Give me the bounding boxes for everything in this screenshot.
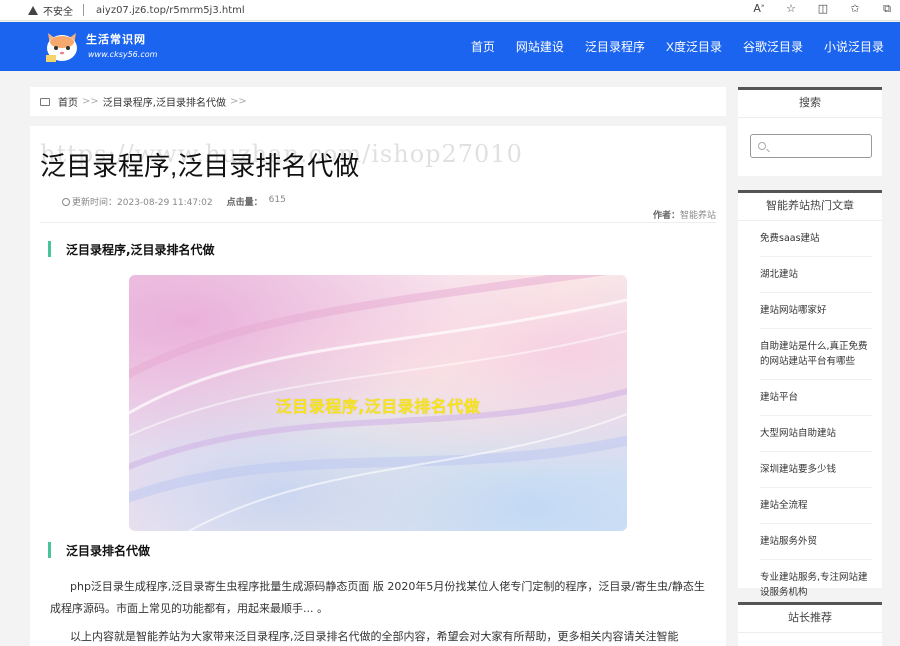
nav-catalog-program[interactable]: 泛目录程序 [585, 38, 645, 55]
read-aloud-icon[interactable]: A» [752, 2, 766, 16]
address-url[interactable]: aiyz07.jz6.top/r5mrm5j3.html [96, 5, 245, 16]
watermark-text: https://www.huzhan.com/ishop27010 [40, 140, 523, 168]
clock-icon [62, 198, 70, 206]
banner-text: 泛目录程序,泛目录排名代做 [275, 397, 481, 416]
list-item[interactable]: 湖北建站 [760, 257, 872, 293]
home-icon [40, 97, 50, 106]
hits-label: 点击量： [226, 198, 263, 208]
list-item[interactable]: 免费saas建站 [760, 221, 872, 257]
article-meta: 更新时间：2023-08-29 11:47:02 点击量： 615 [62, 195, 286, 208]
logo-title: 生活常识网 [86, 33, 146, 46]
insecure-label[interactable]: 不安全 [43, 3, 73, 18]
recommend-title: 站长推荐 [738, 605, 882, 633]
list-item[interactable]: 自助建站是什么,真正免费的网站建站平台有哪些 [760, 329, 872, 380]
article-main: 泛目录程序,泛目录排名代做 https://www.huzhan.com/ish… [30, 126, 726, 646]
logo-subtitle: www.cksy56.com [88, 50, 158, 59]
sidebar-recommend: 站长推荐 [738, 602, 882, 646]
breadcrumb-current[interactable]: 泛目录程序,泛目录排名代做 [103, 94, 226, 109]
section-heading-2: 泛目录排名代做 [48, 542, 150, 559]
cat-logo-icon [46, 33, 77, 62]
nav-google-catalog[interactable]: 谷歌泛目录 [743, 38, 803, 55]
favorite-star-icon[interactable]: ☆ [784, 2, 798, 16]
main-nav: 首页 网站建设 泛目录程序 X度泛目录 谷歌泛目录 小说泛目录 [450, 22, 884, 71]
sidebar-search-box: 搜索 [738, 87, 882, 176]
breadcrumb: 首页 >> 泛目录程序,泛目录排名代做 >> [30, 87, 726, 116]
hot-articles-title: 智能养站热门文章 [738, 193, 882, 221]
site-logo[interactable]: 生活常识网 www.cksy56.com [44, 27, 158, 67]
author: 作者：智能养站 [652, 211, 716, 221]
warning-icon [28, 5, 38, 15]
article-paragraph-1: php泛目录生成程序,泛目录寄生虫程序批量生成源码静态页面 版 2020年5月份… [50, 580, 705, 615]
meta-divider [40, 222, 716, 223]
list-item[interactable]: 建站平台 [760, 380, 872, 416]
nav-home[interactable]: 首页 [471, 38, 495, 55]
hot-articles-list: 免费saas建站 湖北建站 建站网站哪家好 自助建站是什么,真正免费的网站建站平… [738, 221, 882, 611]
site-header: 生活常识网 www.cksy56.com 首页 网站建设 泛目录程序 X度泛目录… [0, 22, 900, 71]
article-banner-image: 泛目录程序,泛目录排名代做 [129, 275, 627, 531]
browser-toolbar-icons: A» ☆ ◫ ✩ ⧉ [752, 2, 894, 16]
sidebar-hot-articles: 智能养站热门文章 免费saas建站 湖北建站 建站网站哪家好 自助建站是什么,真… [738, 190, 882, 611]
list-item[interactable]: 建站全流程 [760, 488, 872, 524]
browser-address-bar: 不安全 aiyz07.jz6.top/r5mrm5j3.html A» ☆ ◫ … [0, 0, 900, 21]
search-title: 搜索 [738, 90, 882, 118]
update-time: 更新时间：2023-08-29 11:47:02 [62, 195, 213, 208]
split-screen-icon[interactable]: ◫ [816, 2, 830, 16]
nav-web-build[interactable]: 网站建设 [516, 38, 564, 55]
list-item[interactable]: 建站服务外贸 [760, 524, 872, 560]
address-separator [83, 4, 84, 16]
list-item[interactable]: 大型网站自助建站 [760, 416, 872, 452]
breadcrumb-sep: >> [82, 96, 99, 107]
breadcrumb-home[interactable]: 首页 [58, 94, 78, 109]
breadcrumb-tail: >> [229, 96, 247, 107]
nav-novel-catalog[interactable]: 小说泛目录 [824, 38, 884, 55]
favorites-icon[interactable]: ✩ [848, 2, 862, 16]
list-item[interactable]: 深圳建站要多少钱 [760, 452, 872, 488]
nav-x-catalog[interactable]: X度泛目录 [666, 38, 722, 55]
collections-icon[interactable]: ⧉ [880, 2, 894, 16]
list-item[interactable]: 建站网站哪家好 [760, 293, 872, 329]
article-paragraph-2: 以上内容就是智能养站为大家带来泛目录程序,泛目录排名代做的全部内容，希望会对大家… [70, 630, 679, 643]
section-heading-1: 泛目录程序,泛目录排名代做 [48, 241, 215, 258]
hits-value: 615 [268, 195, 286, 205]
search-icon [758, 142, 766, 150]
search-input[interactable] [750, 134, 872, 158]
